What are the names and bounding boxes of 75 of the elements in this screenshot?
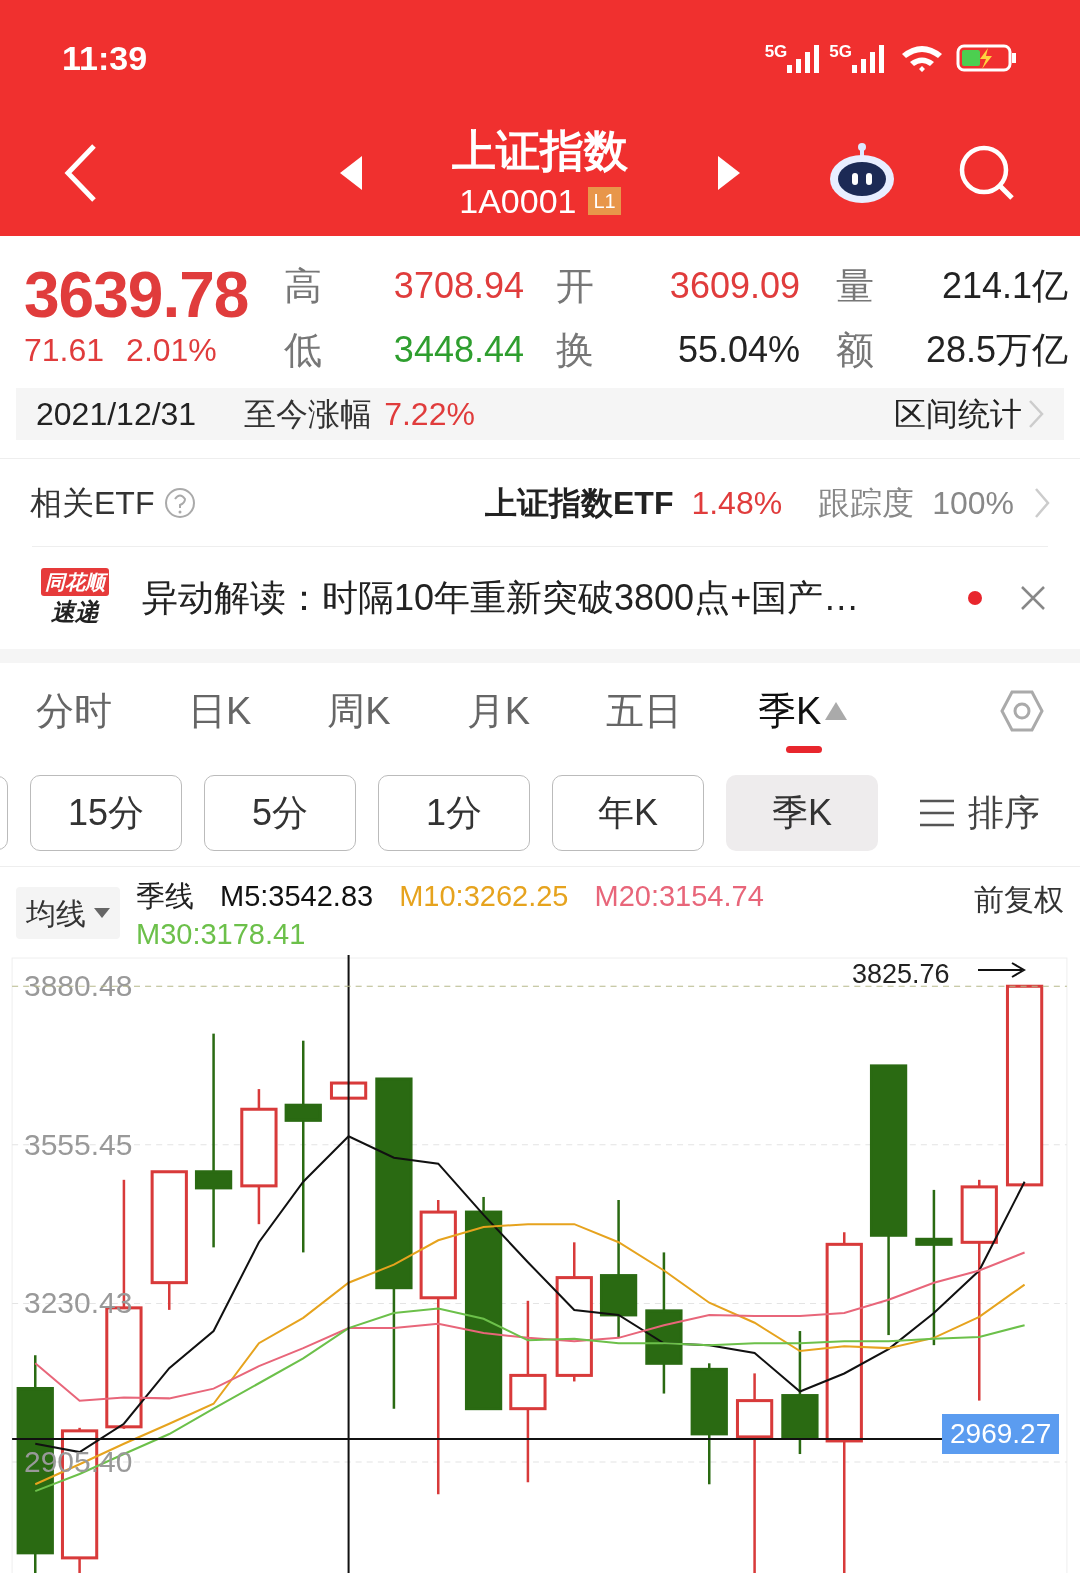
high-price-label: 3825.76 (852, 958, 950, 991)
level-badge: L1 (588, 187, 621, 215)
y-axis-label: 3555.45 (24, 1127, 133, 1162)
signal-icon (787, 43, 822, 73)
tracking-label: 跟踪度 (818, 483, 915, 523)
triangle-up-icon (825, 702, 848, 720)
ma-legend-item: M30:3178.41 (136, 917, 306, 952)
etf-label: 相关ETF (30, 483, 155, 523)
price-change: 71.61 (24, 331, 105, 370)
period-gain: 7.22% (384, 395, 475, 434)
ma-legend-item: M10:3262.25 (399, 879, 569, 914)
period-label: 至今涨幅 (244, 395, 373, 434)
search-icon[interactable] (958, 144, 1016, 202)
ma-type: 季线 (136, 879, 194, 914)
settings-icon[interactable] (1000, 689, 1044, 733)
status-time: 11:39 (62, 37, 148, 79)
price-change-percent: 2.01% (126, 331, 217, 370)
stat-label: 额 (835, 328, 875, 373)
next-stock-button[interactable] (716, 156, 740, 190)
chevron-right-icon (1028, 399, 1044, 429)
interval-stats-link[interactable]: 区间统计 (894, 390, 1022, 438)
previous-stock-button[interactable] (340, 156, 364, 190)
current-price: 3639.78 (24, 260, 250, 330)
signal-icon (852, 43, 886, 73)
stat-value: 28.5万亿 (924, 328, 1068, 372)
ma-legend-item: M5:3542.83 (220, 879, 374, 914)
interval-button[interactable]: 15分 (30, 774, 182, 851)
news-headline[interactable]: 异动解读：时隔10年重新突破3800点+国产… (142, 571, 860, 625)
stat-value: 3708.94 (392, 264, 525, 308)
period-tab[interactable]: 周K (327, 663, 391, 759)
stock-title: 上证指数 (452, 125, 628, 177)
arrow-right-icon (978, 961, 1026, 979)
network-type-label: 5G (829, 43, 852, 61)
stat-label: 换 (555, 328, 595, 373)
network-type-label: 5G (764, 43, 788, 61)
y-axis-label: 3880.48 (24, 969, 133, 1004)
stat-label: 量 (835, 264, 875, 309)
stock-code: 1A0001 (459, 181, 577, 222)
tab-indicator (786, 746, 823, 753)
interval-button[interactable]: 季K (726, 774, 878, 851)
period-tab[interactable]: 五日 (606, 663, 683, 759)
period-tab[interactable]: 月K (466, 663, 531, 759)
period-tab[interactable]: 分时 (36, 663, 112, 759)
interval-button[interactable]: 年K (552, 774, 704, 851)
crosshair-price-label: 2969.27 (942, 1414, 1060, 1454)
period-tab[interactable]: 日K (188, 663, 252, 759)
etf-change: 1.48% (691, 483, 783, 523)
period-date: 2021/12/31 (36, 395, 197, 434)
moving-average-dropdown[interactable]: 均线 (16, 887, 120, 939)
stat-label: 开 (555, 264, 595, 309)
robot-assistant-icon[interactable] (828, 141, 896, 205)
interval-button[interactable]: 5分 (204, 774, 356, 851)
stat-label: 高 (284, 264, 323, 309)
period-bar[interactable]: 2021/12/31 至今涨幅 7.22% 区间统计 (16, 388, 1064, 440)
period-tab[interactable]: 季K (758, 663, 848, 759)
tracking-value: 100% (932, 483, 1014, 523)
menu-icon (920, 797, 954, 828)
candlestick (329, 1081, 368, 1100)
battery-charging-icon (956, 43, 1018, 73)
badge-brand: 同花顺 (41, 568, 109, 596)
etf-name[interactable]: 上证指数ETF (485, 478, 674, 527)
stat-value: 3448.44 (392, 328, 525, 372)
ma-legend-item: M20:3154.74 (594, 879, 764, 914)
stat-value: 3609.09 (668, 264, 801, 308)
price-adjust-label[interactable]: 前复权 (974, 877, 1064, 922)
stat-value: 214.1亿 (940, 264, 1068, 308)
chevron-right-icon (1034, 486, 1050, 519)
stat-label: 低 (284, 328, 323, 373)
help-icon[interactable] (164, 486, 197, 519)
caret-down-icon (94, 908, 110, 918)
badge-express: 速递 (51, 597, 99, 627)
close-button[interactable] (1020, 585, 1046, 611)
interval-button[interactable]: 1分 (378, 774, 530, 851)
stat-value: 55.04% (676, 328, 801, 372)
sort-button[interactable]: 排序 (920, 785, 1040, 840)
